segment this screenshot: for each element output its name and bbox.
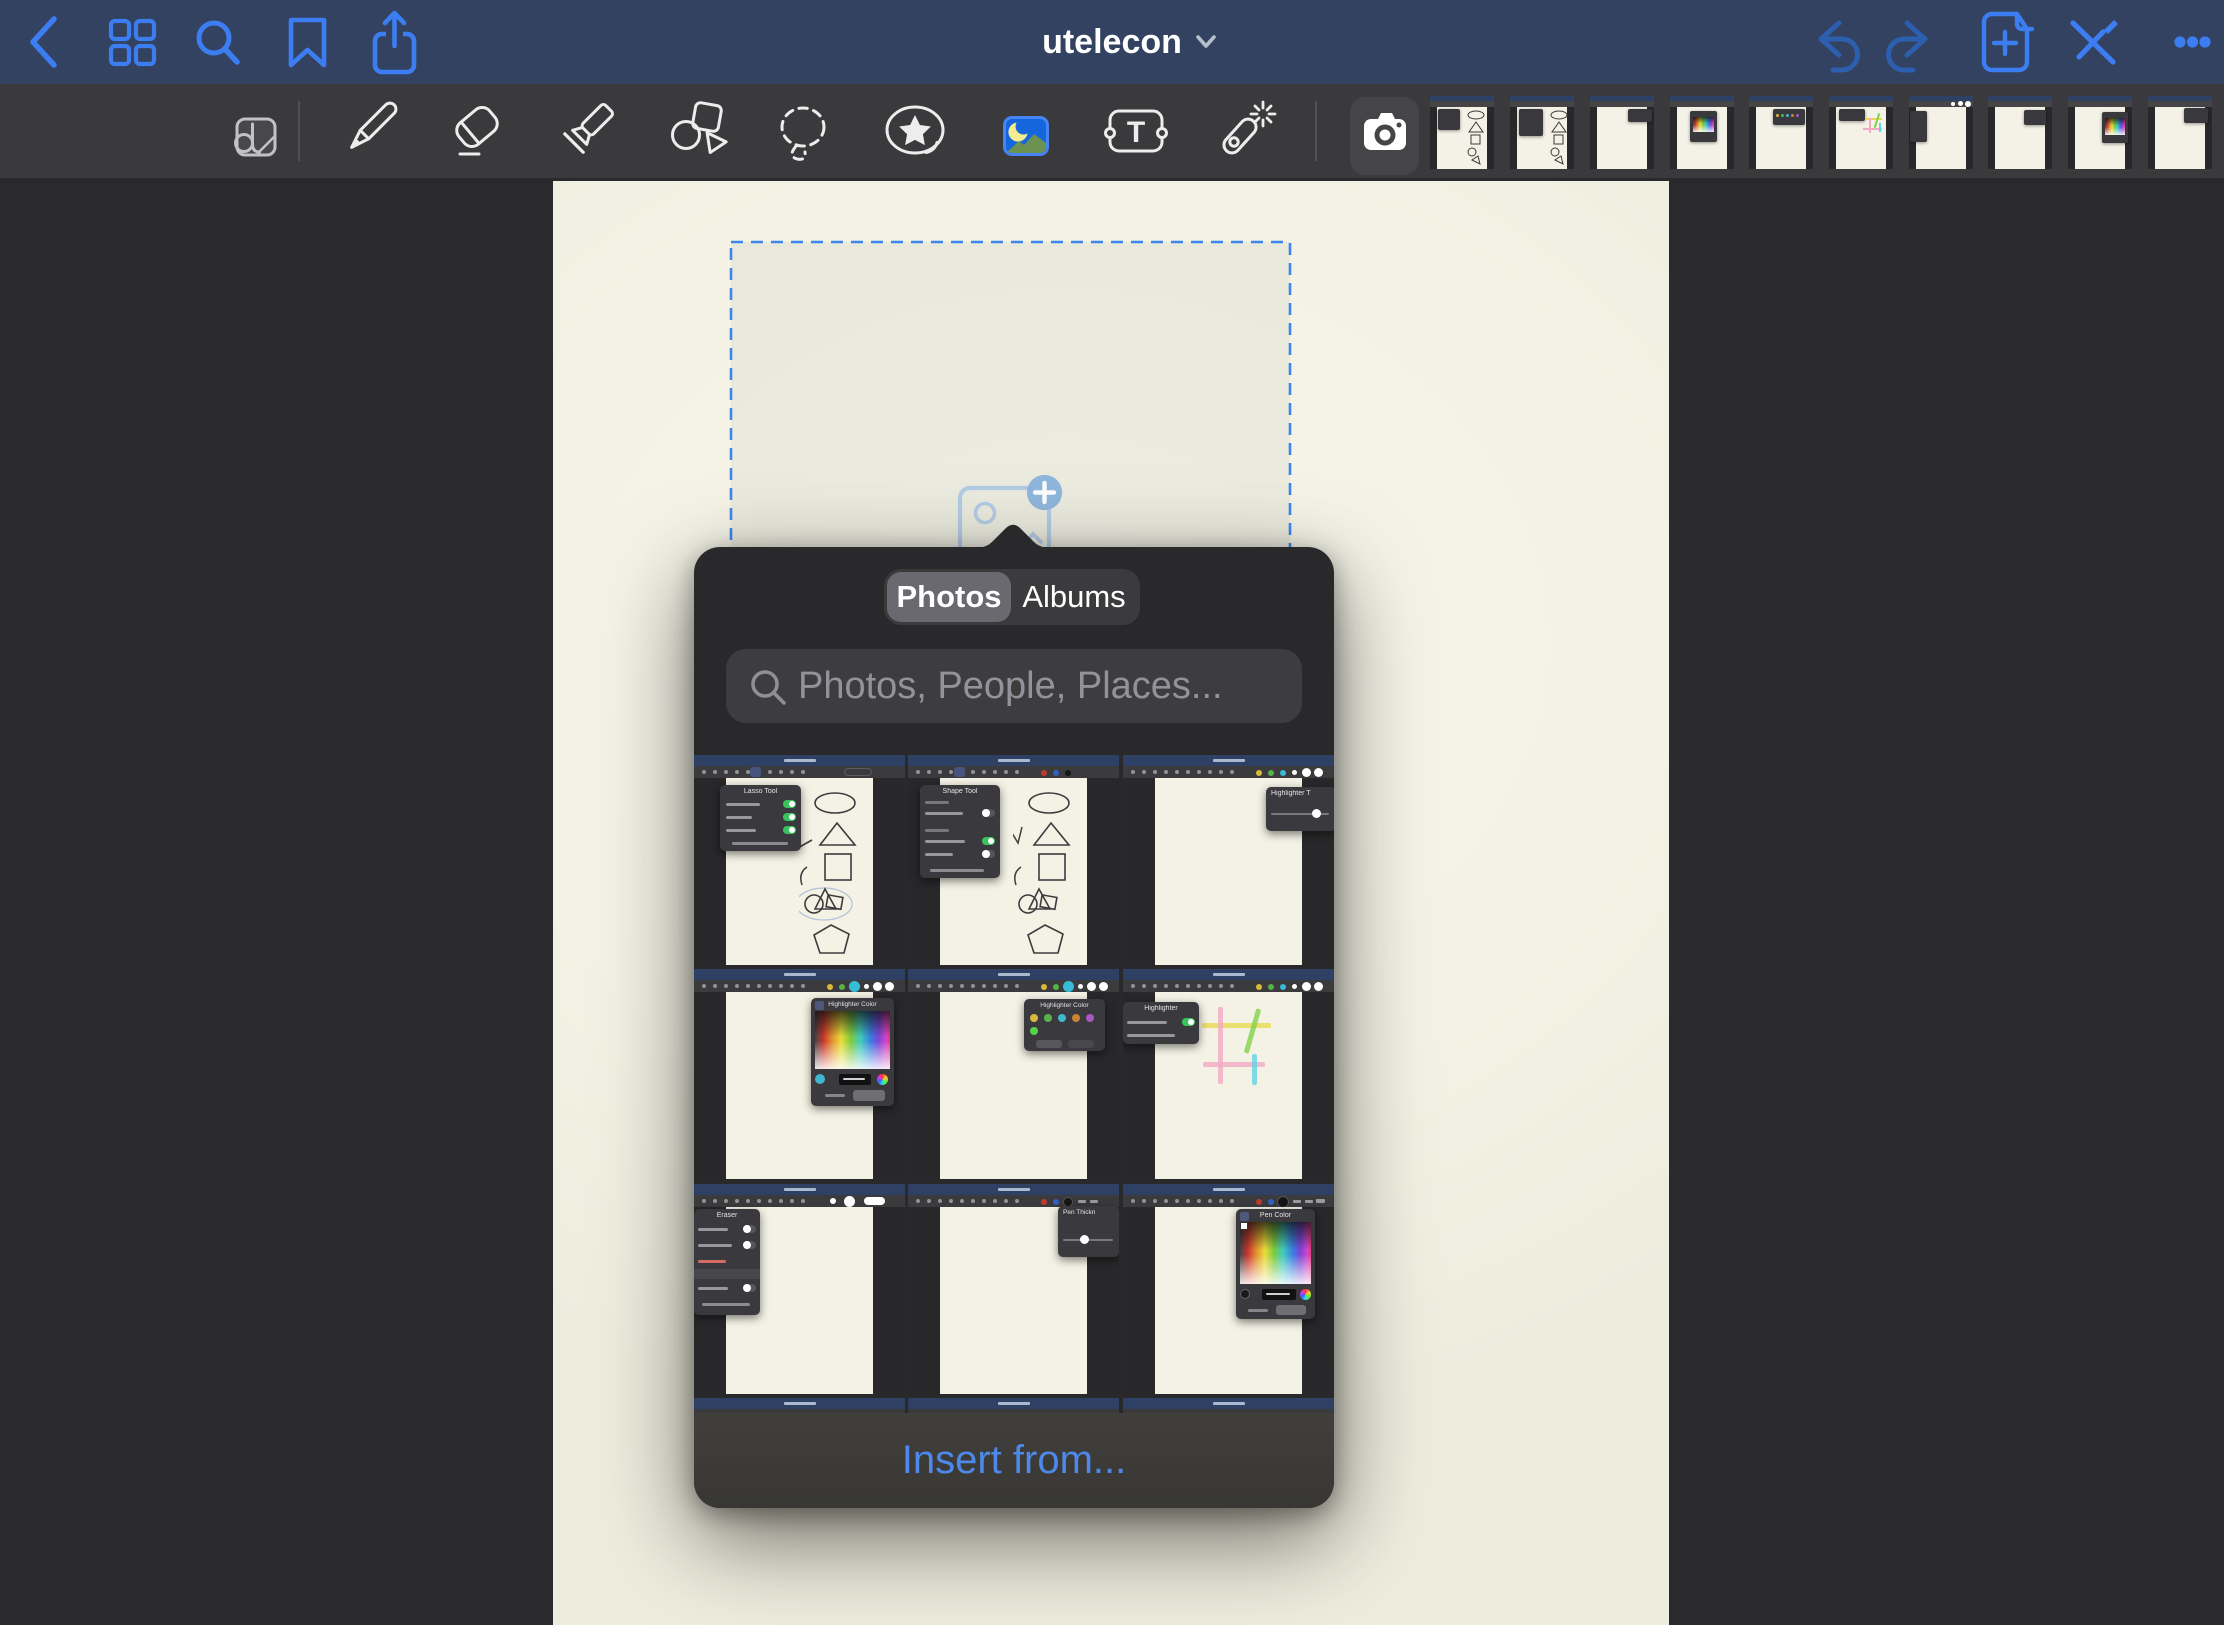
svg-text:T: T [1127,116,1145,149]
